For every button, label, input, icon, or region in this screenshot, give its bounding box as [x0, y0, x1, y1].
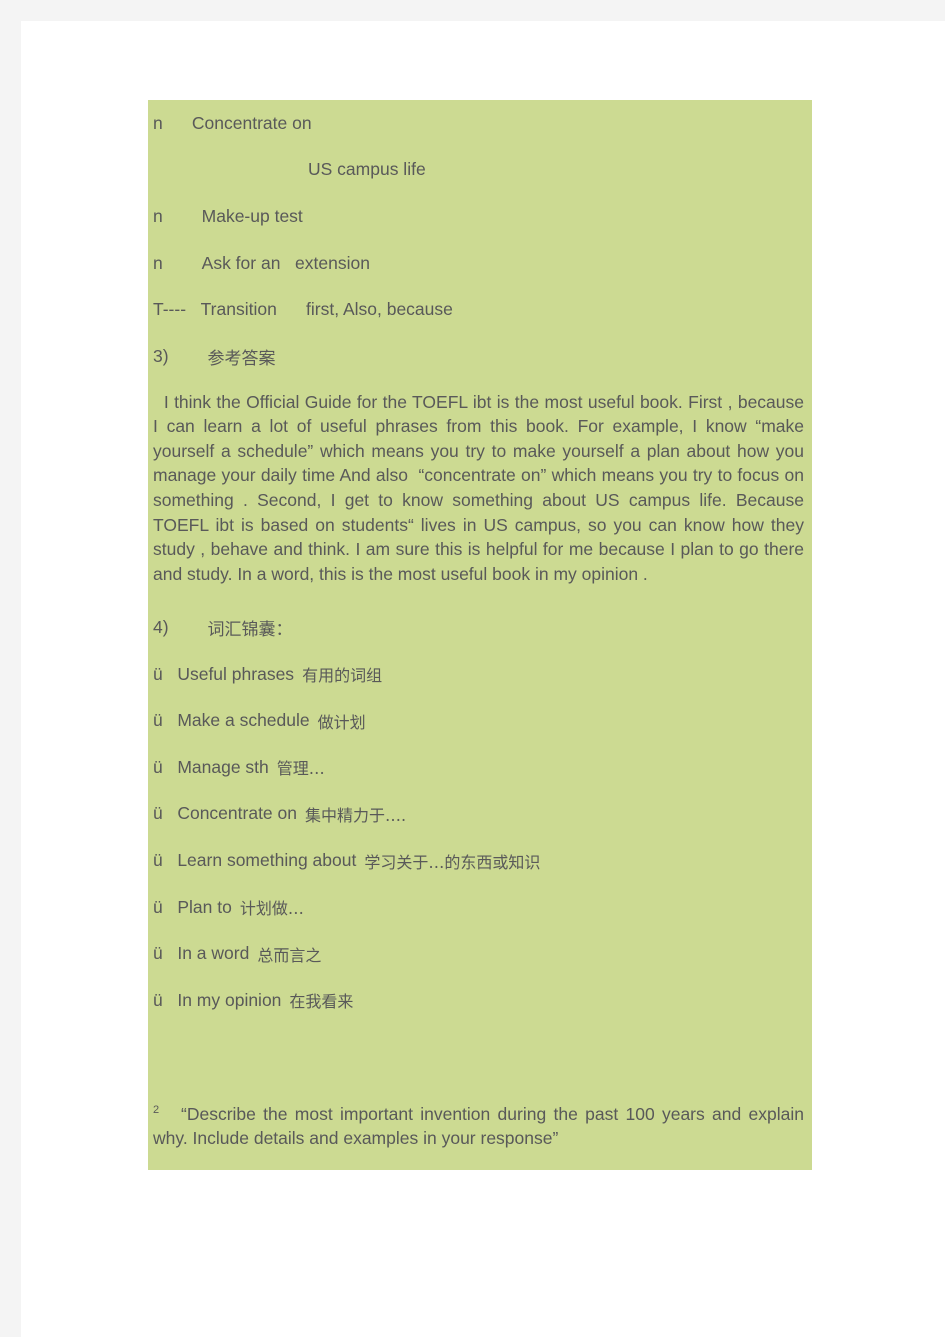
outline-line: n Make-up test: [148, 193, 812, 240]
outline-line-text: Concentrate on: [191, 112, 312, 133]
vocab-item: ü Manage sth 管理…: [148, 744, 812, 791]
outline-line: n Ask for an extension: [148, 240, 812, 287]
bullet-gap: [163, 253, 202, 274]
prompt-question-paragraph: 2 “Describe the most important invention…: [148, 1098, 812, 1151]
vocab-term: In a word: [177, 943, 250, 964]
vocab-gloss: 在我看来: [289, 992, 354, 1012]
section-number-gap: [169, 346, 208, 367]
vocab-gloss: 管理…: [276, 759, 325, 779]
vocab-gap: [163, 803, 178, 824]
checkmark-icon: ü: [153, 663, 163, 684]
bullet-gap: [163, 113, 192, 134]
vocab-gap: [163, 850, 178, 871]
vocab-gloss: 集中精力于….: [305, 805, 407, 825]
vocab-term: Make a schedule: [177, 710, 310, 731]
section-title: 词汇锦囊：: [207, 620, 293, 641]
section-heading-vocab: 4) 词汇锦囊：: [148, 604, 812, 651]
vocab-gap: [163, 943, 178, 964]
vocab-item: ü Make a schedule 做计划: [148, 698, 812, 745]
vocab-gloss: 学习关于…的东西或知识: [364, 852, 541, 872]
bullet-marker: n: [153, 252, 163, 273]
transition-marker: T----: [153, 299, 187, 320]
checkmark-icon: ü: [153, 803, 163, 824]
vocab-term: Useful phrases: [177, 663, 295, 684]
vocab-item: ü Learn something about 学习关于…的东西或知识: [148, 837, 812, 884]
vocab-term: Learn something about: [177, 850, 357, 871]
vocab-item: ü In my opinion 在我看来: [148, 977, 812, 1024]
vocab-term: Plan to: [177, 896, 232, 917]
section-title: 参考答案: [207, 348, 276, 369]
checkmark-icon: ü: [153, 710, 163, 731]
vocab-gloss: 总而言之: [257, 945, 322, 965]
outline-line-text: Make-up test: [201, 205, 303, 226]
checkmark-icon: ü: [153, 896, 163, 917]
sample-answer-paragraph: I think the Official Guide for the TOEFL…: [153, 391, 819, 584]
transition-line-text: Transition first, Also, because: [200, 299, 453, 320]
checkmark-icon: ü: [153, 756, 163, 777]
vocab-item: ü Useful phrases 有用的词组: [148, 651, 812, 698]
highlighted-text-block: n Concentrate on US campus life n Make-u…: [148, 100, 812, 1170]
section-number: 3): [153, 345, 169, 366]
vocab-gap: [163, 990, 178, 1011]
prompt-question-text: “Describe the most important invention d…: [153, 1103, 809, 1149]
section-number: 4): [153, 617, 169, 638]
vocab-term: Concentrate on: [177, 803, 297, 824]
section-number-gap: [169, 617, 208, 638]
checkmark-icon: ü: [153, 943, 163, 964]
vocab-gap: [163, 897, 178, 918]
vocab-item: ü Concentrate on 集中精力于….: [148, 791, 812, 838]
bullet-gap: [163, 206, 202, 227]
vocab-gap: [163, 710, 178, 731]
vocab-gap: [163, 757, 178, 778]
transition-line: T---- Transition first, Also, because: [148, 286, 812, 333]
vocab-item: ü In a word 总而言之: [148, 930, 812, 977]
vocab-term: In my opinion: [177, 989, 282, 1010]
outline-line: n Concentrate on: [148, 100, 812, 147]
checkmark-icon: ü: [153, 989, 163, 1010]
vocab-gloss: 计划做…: [239, 899, 304, 919]
outline-line-text: US campus life: [308, 159, 426, 180]
vocab-gloss: 有用的词组: [302, 666, 383, 686]
outline-line-continuation: US campus life: [148, 147, 812, 194]
page-sheet: n Concentrate on US campus life n Make-u…: [21, 21, 945, 1337]
transition-gap: [186, 299, 201, 320]
vocab-term: Manage sth: [177, 756, 269, 777]
section-heading-answer: 3) 参考答案: [148, 333, 812, 380]
vocab-gap: [163, 664, 178, 685]
vocab-gloss: 做计划: [317, 712, 366, 732]
vocab-item: ü Plan to 计划做…: [148, 884, 812, 931]
checkmark-icon: ü: [153, 850, 163, 871]
outline-line-text: Ask for an extension: [201, 252, 370, 273]
bullet-marker: n: [153, 112, 163, 133]
bullet-marker: n: [153, 205, 163, 226]
